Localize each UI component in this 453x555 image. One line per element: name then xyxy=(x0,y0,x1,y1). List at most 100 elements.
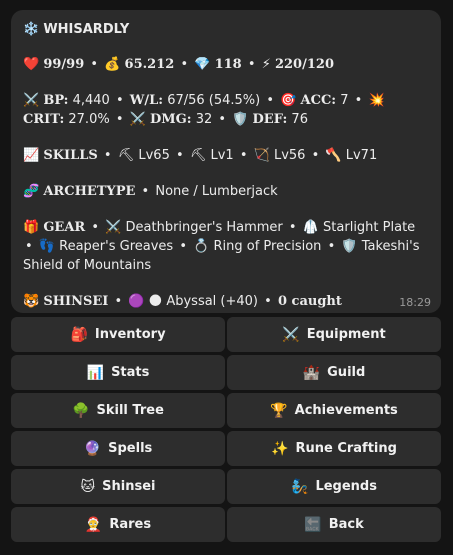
header-line: ❄️ WHISARDLY xyxy=(23,20,429,39)
gem-icon: 💎 xyxy=(194,57,211,72)
santa-icon: 🤶 xyxy=(84,516,103,533)
swords-icon: ⚔️ xyxy=(105,220,122,235)
button-label: Stats xyxy=(111,365,150,380)
button-label: Equipment xyxy=(306,327,386,342)
armor-icon: 🥼 xyxy=(302,220,319,235)
button-label: Spells xyxy=(108,441,153,456)
resources-line: ❤️ 99/99 • 💰 65.212 • 💎 118 • ⚡ 220/120 xyxy=(23,57,334,72)
skill-level: Lv65 xyxy=(138,148,170,163)
skill-level: Lv56 xyxy=(273,148,306,163)
legends-button[interactable]: 🧞 Legends xyxy=(227,469,441,504)
gear-line: 🎁 GEAR • ⚔️ Deathbringer's Hammer • 🥼 St… xyxy=(23,220,420,273)
link-icon: 🧬 xyxy=(23,184,40,199)
shinsei-name: Abyssal (+40) xyxy=(166,294,259,309)
button-label: Shinsei xyxy=(102,479,156,494)
dmg-label: DMG: xyxy=(149,112,192,127)
explosion-icon: 💥 xyxy=(368,93,385,108)
button-label: Back xyxy=(328,517,364,532)
skill-level: Lv71 xyxy=(345,148,378,163)
trophy-icon: 🏆 xyxy=(270,402,288,419)
energy-value: 220/120 xyxy=(274,57,334,72)
crit-value: 27.0% xyxy=(68,112,110,127)
genie-icon: 🧞 xyxy=(291,478,309,495)
button-label: Rares xyxy=(109,517,152,532)
gear-item: Starlight Plate xyxy=(323,220,416,235)
skill-level: Lv1 xyxy=(210,148,234,163)
heart-icon: ❤️ xyxy=(23,57,40,72)
message-timestamp: 18:29 xyxy=(399,296,431,309)
shinsei-label: SHINSEI xyxy=(43,294,109,309)
moon-icon: 🌑 xyxy=(148,294,163,309)
archetype-value: None / Lumberjack xyxy=(155,184,278,199)
crystal-ball-icon: 🔮 xyxy=(83,440,102,457)
shinsei-button[interactable]: 🐱 Shinsei xyxy=(11,469,225,504)
chart-up-icon: 📈 xyxy=(23,148,40,163)
skills-label: SKILLS xyxy=(43,148,98,163)
character-name: WHISARDLY xyxy=(43,22,130,37)
button-label: Skill Tree xyxy=(96,403,164,418)
bp-value: 4,440 xyxy=(72,93,110,108)
boots-icon: 👣 xyxy=(38,239,55,254)
shinsei-line: 🐯 SHINSEI • 🟣 🌑 Abyssal (+40) • 0 caught xyxy=(23,294,342,309)
cat-icon: 🐱 xyxy=(80,478,96,495)
gear-item: Ring of Precision xyxy=(213,239,322,254)
skills-line: 📈 SKILLS • ⛏ Lv65 • ⛏ Lv1 • 🏹 Lv56 • 🪓 L… xyxy=(23,148,378,163)
acc-value: 7 xyxy=(340,93,349,108)
button-label: Achievements xyxy=(294,403,398,418)
shinsei-caught: 0 caught xyxy=(277,294,342,309)
crit-label: CRIT: xyxy=(23,112,65,127)
tiger-icon: 🐯 xyxy=(23,294,40,309)
pickaxe-icon: ⛏ xyxy=(189,148,207,163)
hp-value: 99/99 xyxy=(43,57,85,72)
wl-label: W/L: xyxy=(129,93,164,108)
snowflake-icon: ❄️ xyxy=(23,22,40,37)
pickaxe-icon: ⛏ xyxy=(117,148,135,163)
target-icon: 🎯 xyxy=(280,93,297,108)
inventory-button[interactable]: 🎒 Inventory xyxy=(11,317,225,352)
stats-button[interactable]: 📊 Stats xyxy=(11,355,225,390)
dmg-value: 32 xyxy=(195,112,213,127)
wl-value: 67/56 (54.5%) xyxy=(167,93,261,108)
axe-icon: 🪓 xyxy=(325,148,342,163)
achievements-button[interactable]: 🏆 Achievements xyxy=(227,393,441,428)
acc-label: ACC: xyxy=(300,93,337,108)
def-label: DEF: xyxy=(252,112,288,127)
gear-item: Deathbringer's Hammer xyxy=(125,220,283,235)
button-label: Legends xyxy=(315,479,377,494)
button-label: Inventory xyxy=(94,327,166,342)
gift-icon: 🎁 xyxy=(23,220,40,235)
skill-tree-button[interactable]: 🌳 Skill Tree xyxy=(11,393,225,428)
rune-crafting-button[interactable]: ✨ Rune Crafting xyxy=(227,431,441,466)
swords-icon: ⚔️ xyxy=(129,112,146,127)
ring-icon: 💍 xyxy=(193,239,210,254)
archetype-line: 🧬 ARCHETYPE • None / Lumberjack xyxy=(23,184,278,199)
gear-item: Reaper's Greaves xyxy=(59,239,174,254)
tree-icon: 🌳 xyxy=(72,402,90,419)
lightning-icon: ⚡ xyxy=(261,57,271,72)
archetype-label: ARCHETYPE xyxy=(43,184,136,199)
bar-chart-icon: 📊 xyxy=(86,364,105,381)
back-arrow-icon: 🔙 xyxy=(304,516,322,533)
gems-value: 118 xyxy=(214,57,242,72)
guild-button[interactable]: 🏰 Guild xyxy=(227,355,441,390)
sparkles-icon: ✨ xyxy=(271,440,289,457)
shield-icon: 🛡️ xyxy=(232,112,249,127)
purple-circle-icon: 🟣 xyxy=(128,294,145,309)
combat-stats: ⚔️ BP: 4,440 • W/L: 67/56 (54.5%) • 🎯 AC… xyxy=(23,93,385,127)
button-label: Rune Crafting xyxy=(295,441,397,456)
rares-button[interactable]: 🤶 Rares xyxy=(11,507,225,542)
button-label: Guild xyxy=(327,365,366,380)
shield-icon: 🛡️ xyxy=(341,239,358,254)
bp-label: BP: xyxy=(43,93,69,108)
castle-icon: 🏰 xyxy=(302,364,321,381)
swords-icon: ⚔️ xyxy=(23,93,40,108)
gold-value: 65.212 xyxy=(124,57,175,72)
equipment-button[interactable]: ⚔️ Equipment xyxy=(227,317,441,352)
money-bag-icon: 💰 xyxy=(104,57,121,72)
bow-icon: 🏹 xyxy=(253,148,270,163)
back-button[interactable]: 🔙 Back xyxy=(227,507,441,542)
spells-button[interactable]: 🔮 Spells xyxy=(11,431,225,466)
def-value: 76 xyxy=(291,112,308,127)
backpack-icon: 🎒 xyxy=(70,326,88,343)
swords-icon: ⚔️ xyxy=(282,326,300,343)
